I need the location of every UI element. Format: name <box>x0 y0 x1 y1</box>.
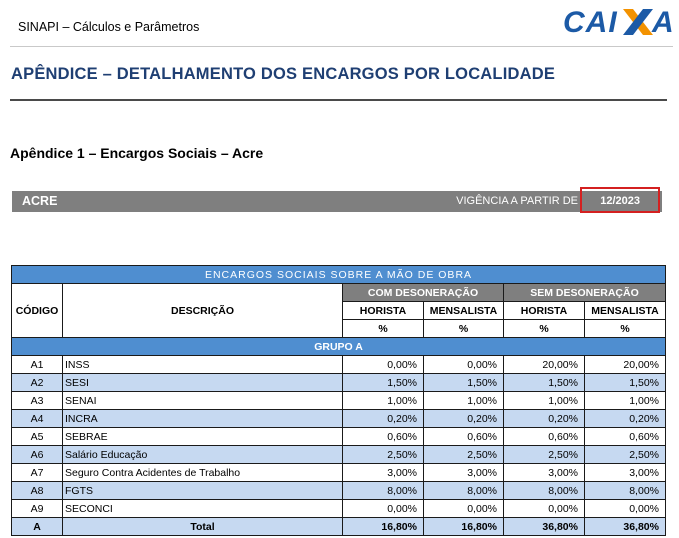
total-row-sem-mensalista: 36,80% <box>584 517 666 536</box>
table-row: A3 SENAI 1,00% 1,00% 1,00% 1,00% <box>11 391 666 410</box>
row-com-horista: 0,00% <box>342 499 424 518</box>
row-com-horista: 3,00% <box>342 463 424 482</box>
row-description: Salário Educação <box>62 445 343 464</box>
vigencia-label: VIGÊNCIA A PARTIR DE <box>456 195 578 207</box>
col-header-pct: % <box>342 319 424 338</box>
encargos-table: ENCARGOS SOCIAIS SOBRE A MÃO DE OBRA CÓD… <box>11 265 666 536</box>
table-title: ENCARGOS SOCIAIS SOBRE A MÃO DE OBRA <box>11 265 666 284</box>
caixa-logo: CAI A <box>563 6 674 38</box>
row-description: SEBRAE <box>62 427 343 446</box>
svg-text:A: A <box>651 6 674 38</box>
row-code: A1 <box>11 355 63 374</box>
row-com-mensalista: 2,50% <box>423 445 504 464</box>
state-name: ACRE <box>22 194 58 208</box>
table-row: A6 Salário Educação 2,50% 2,50% 2,50% 2,50% <box>11 445 666 464</box>
row-com-mensalista: 0,00% <box>423 355 504 374</box>
row-code: A6 <box>11 445 63 464</box>
row-sem-horista: 1,00% <box>503 391 585 410</box>
row-com-mensalista: 3,00% <box>423 463 504 482</box>
group-a-header: GRUPO A <box>11 337 666 356</box>
section-divider <box>10 99 667 101</box>
total-row-description: Total <box>62 517 343 536</box>
total-row-com-horista: 16,80% <box>342 517 424 536</box>
subsection-title: Apêndice 1 – Encargos Sociais – Acre <box>10 145 264 161</box>
row-code: A8 <box>11 481 63 500</box>
col-header-pct: % <box>423 319 504 338</box>
row-sem-horista: 3,00% <box>503 463 585 482</box>
row-code: A3 <box>11 391 63 410</box>
row-sem-mensalista: 1,50% <box>584 373 666 392</box>
row-sem-mensalista: 0,20% <box>584 409 666 428</box>
table-row: A9 SECONCI 0,00% 0,00% 0,00% 0,00% <box>11 499 666 518</box>
col-header-descricao: DESCRIÇÃO <box>62 283 343 338</box>
row-sem-horista: 8,00% <box>503 481 585 500</box>
table-row: A1 INSS 0,00% 0,00% 20,00% 20,00% <box>11 355 666 374</box>
row-description: SECONCI <box>62 499 343 518</box>
section-title: APÊNDICE – DETALHAMENTO DOS ENCARGOS POR… <box>11 65 556 83</box>
row-com-horista: 0,00% <box>342 355 424 374</box>
row-description: INSS <box>62 355 343 374</box>
row-sem-horista: 1,50% <box>503 373 585 392</box>
row-sem-mensalista: 0,60% <box>584 427 666 446</box>
row-sem-mensalista: 8,00% <box>584 481 666 500</box>
row-description: SENAI <box>62 391 343 410</box>
row-code: A4 <box>11 409 63 428</box>
row-sem-mensalista: 20,00% <box>584 355 666 374</box>
state-bar: ACRE VIGÊNCIA A PARTIR DE 12/2023 <box>12 191 662 212</box>
row-com-mensalista: 0,20% <box>423 409 504 428</box>
row-code: A5 <box>11 427 63 446</box>
col-header-pct: % <box>503 319 585 338</box>
row-sem-horista: 20,00% <box>503 355 585 374</box>
total-row-code: A <box>11 517 63 536</box>
row-com-horista: 1,00% <box>342 391 424 410</box>
row-sem-horista: 0,60% <box>503 427 585 446</box>
table-row: A5 SEBRAE 0,60% 0,60% 0,60% 0,60% <box>11 427 666 446</box>
col-header-pct: % <box>584 319 666 338</box>
row-com-horista: 2,50% <box>342 445 424 464</box>
svg-text:CAI: CAI <box>563 6 618 38</box>
row-com-horista: 8,00% <box>342 481 424 500</box>
row-sem-mensalista: 1,00% <box>584 391 666 410</box>
row-description: FGTS <box>62 481 343 500</box>
row-sem-horista: 0,20% <box>503 409 585 428</box>
row-description: Seguro Contra Acidentes de Trabalho <box>62 463 343 482</box>
row-code: A9 <box>11 499 63 518</box>
row-sem-horista: 2,50% <box>503 445 585 464</box>
row-com-horista: 0,60% <box>342 427 424 446</box>
total-row-com-mensalista: 16,80% <box>423 517 504 536</box>
row-sem-horista: 0,00% <box>503 499 585 518</box>
row-sem-mensalista: 2,50% <box>584 445 666 464</box>
row-com-horista: 0,20% <box>342 409 424 428</box>
table-row: A7 Seguro Contra Acidentes de Trabalho 3,0… <box>11 463 666 482</box>
col-header-sem-mensalista: MENSALISTA <box>584 301 666 320</box>
row-sem-mensalista: 0,00% <box>584 499 666 518</box>
col-header-com-horista: HORISTA <box>342 301 424 320</box>
row-description: INCRA <box>62 409 343 428</box>
col-header-com-desoneracao: COM DESONERAÇÃO <box>342 283 504 302</box>
row-code: A7 <box>11 463 63 482</box>
row-com-horista: 1,50% <box>342 373 424 392</box>
row-sem-mensalista: 3,00% <box>584 463 666 482</box>
caixa-logo-x <box>623 9 653 35</box>
table-row: A8 FGTS 8,00% 8,00% 8,00% 8,00% <box>11 481 666 500</box>
col-header-sem-desoneracao: SEM DESONERAÇÃO <box>503 283 666 302</box>
vigencia-highlight-box <box>580 187 660 213</box>
header-divider <box>10 46 673 47</box>
row-com-mensalista: 0,60% <box>423 427 504 446</box>
row-description: SESI <box>62 373 343 392</box>
row-com-mensalista: 0,00% <box>423 499 504 518</box>
row-code: A2 <box>11 373 63 392</box>
total-row: A Total 16,80% 16,80% 36,80% 36,80% <box>11 517 666 536</box>
col-header-com-mensalista: MENSALISTA <box>423 301 504 320</box>
total-row-sem-horista: 36,80% <box>503 517 585 536</box>
row-com-mensalista: 1,50% <box>423 373 504 392</box>
row-com-mensalista: 8,00% <box>423 481 504 500</box>
col-header-codigo: CÓDIGO <box>11 283 63 338</box>
table-row: A4 INCRA 0,20% 0,20% 0,20% 0,20% <box>11 409 666 428</box>
table-row: A2 SESI 1,50% 1,50% 1,50% 1,50% <box>11 373 666 392</box>
document-header-title: SINAPI – Cálculos e Parâmetros <box>18 20 200 34</box>
row-com-mensalista: 1,00% <box>423 391 504 410</box>
col-header-sem-horista: HORISTA <box>503 301 585 320</box>
